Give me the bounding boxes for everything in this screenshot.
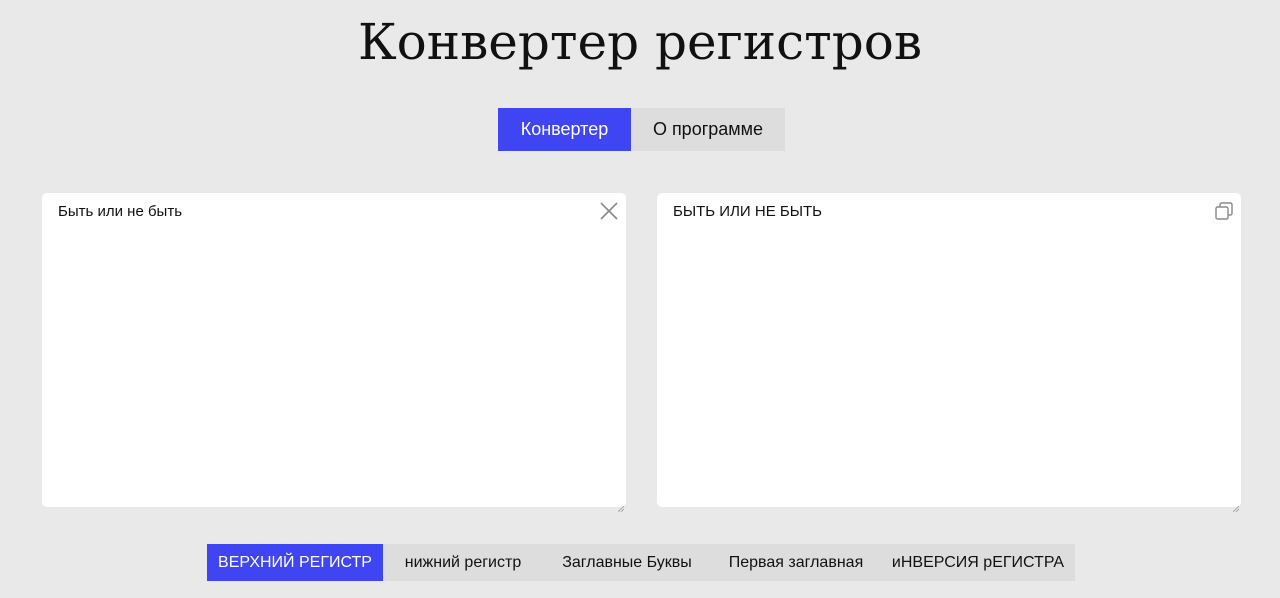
close-icon[interactable] <box>599 201 619 221</box>
mode-sentencecase-button[interactable]: Первая заглавная <box>711 544 881 581</box>
mode-invert-button[interactable]: иНВЕРСИЯ рЕГИСТРА <box>881 544 1075 581</box>
copy-icon[interactable] <box>1214 201 1234 221</box>
tab-about[interactable]: О программе <box>631 108 785 151</box>
output-textarea[interactable] <box>657 193 1241 507</box>
mode-titlecase-button[interactable]: Заглавные Буквы <box>543 544 711 581</box>
resize-grip-icon[interactable] <box>1232 499 1240 513</box>
tab-converter[interactable]: Конвертер <box>498 108 631 151</box>
input-panel <box>42 193 626 513</box>
case-mode-bar: ВЕРХНИЙ РЕГИСТР нижний регистр Заглавные… <box>207 544 1075 581</box>
output-panel <box>657 193 1241 513</box>
tab-bar: Конвертер О программе <box>498 108 785 151</box>
mode-uppercase-button[interactable]: ВЕРХНИЙ РЕГИСТР <box>207 544 383 581</box>
input-textarea[interactable] <box>42 193 626 507</box>
page-title: Конвертер регистров <box>357 13 923 71</box>
resize-grip-icon[interactable] <box>617 499 625 513</box>
mode-lowercase-button[interactable]: нижний регистр <box>383 544 543 581</box>
